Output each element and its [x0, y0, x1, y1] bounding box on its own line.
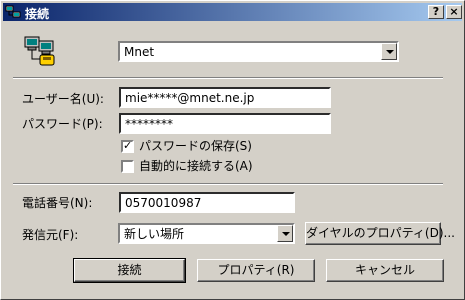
dialfrom-label: 発信元(F):	[22, 228, 79, 242]
password-label: パスワード(P):	[22, 117, 103, 131]
phone-input[interactable]: 0570010987	[119, 192, 295, 213]
save-password-checkbox[interactable]: ✓	[121, 139, 134, 153]
cancel-button[interactable]: キャンセル	[326, 259, 444, 282]
auto-connect-checkbox[interactable]	[121, 160, 134, 173]
divider-top	[13, 77, 443, 79]
title-bar[interactable]: 接続 ? ×	[3, 3, 462, 21]
connect-button[interactable]: 接続	[73, 258, 186, 283]
phone-label: 電話番号(N):	[22, 196, 93, 210]
network-connection-icon	[5, 5, 21, 18]
chevron-down-icon[interactable]	[277, 225, 293, 242]
help-button[interactable]: ?	[428, 5, 444, 19]
dialfrom-select[interactable]: 新しい場所	[118, 223, 295, 244]
connection-value: Mnet	[124, 45, 155, 59]
user-label: ユーザー名(U):	[22, 92, 104, 106]
user-input[interactable]: mie*****@mnet.ne.jp	[119, 87, 331, 108]
chevron-down-icon[interactable]	[381, 43, 397, 60]
password-input[interactable]: ********	[119, 113, 331, 134]
divider-middle	[13, 183, 443, 185]
close-button[interactable]: ×	[446, 5, 462, 19]
window-title: 接続	[25, 7, 50, 21]
checkmark-icon: ✓	[123, 139, 133, 152]
connection-select[interactable]: Mnet	[118, 41, 399, 62]
dialfrom-value: 新しい場所	[124, 227, 185, 241]
properties-button[interactable]: プロパティ(R)	[197, 259, 315, 282]
dialup-connection-icon	[24, 36, 55, 66]
connect-dialog: 接続 ? × Mnet ユーザー名(U): mie*****@mnet.ne.j…	[0, 0, 465, 300]
dial-properties-button[interactable]: ダイヤルのプロパティ(D)...	[305, 222, 455, 245]
save-password-label[interactable]: パスワードの保存(S)	[139, 139, 252, 153]
auto-connect-label[interactable]: 自動的に接続する(A)	[139, 159, 253, 173]
